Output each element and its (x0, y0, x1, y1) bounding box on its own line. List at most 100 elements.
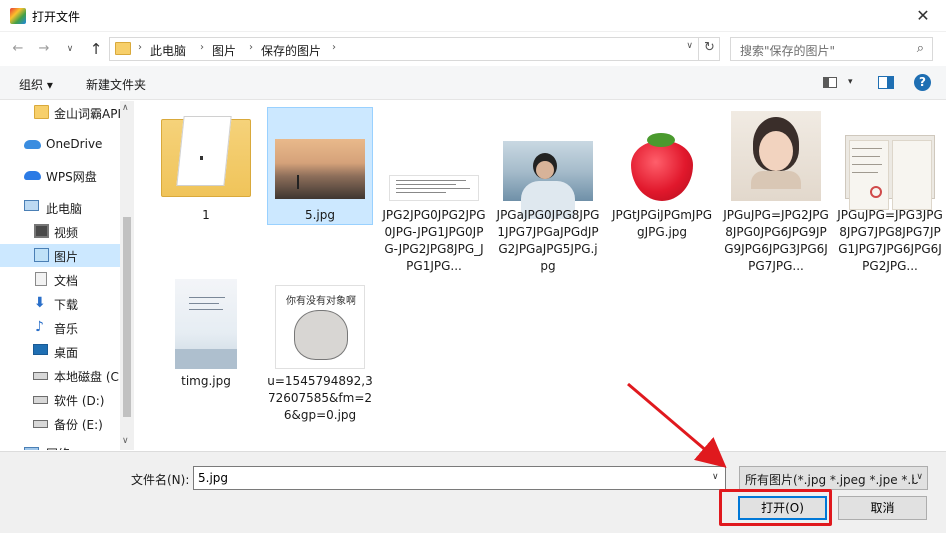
file-name: JPGuJPG=JPG3JPG8JPG7JPG8JPG7JPG1JPG7JPG6… (837, 208, 943, 273)
file-type-value: 所有图片(*.jpg *.jpeg *.jpe *.b (745, 473, 919, 487)
close-button[interactable]: ✕ (900, 0, 946, 32)
up-button[interactable]: ↑ (86, 38, 106, 60)
file-name: JPG2JPG0JPG2JPG0JPG-JPG1JPG0JPG-JPG2JPG8… (382, 208, 486, 273)
address-bar[interactable]: › 此电脑 › 图片 › 保存的图片 › ∨ (109, 37, 720, 61)
drive-icon (33, 420, 48, 428)
breadcrumb-saved-pictures[interactable]: 保存的图片 (261, 42, 321, 59)
drive-icon (33, 372, 48, 380)
filename-label: 文件名(N): (131, 473, 190, 487)
file-type-select[interactable]: 所有图片(*.jpg *.jpeg *.jpe *.b ∨ (739, 466, 928, 490)
breadcrumb-separator: › (138, 42, 142, 53)
sidebar-item-label: 备份 (E:) (54, 418, 103, 432)
filename-input[interactable] (193, 466, 726, 490)
cancel-button[interactable]: 取消 (838, 496, 927, 520)
sidebar-item-drive-c[interactable]: 本地磁盘 (C (0, 364, 120, 387)
sidebar-item-label: 本地磁盘 (C (54, 370, 119, 384)
sidebar-item-jinshan-api[interactable]: 金山词霸API (0, 101, 120, 124)
search-input[interactable]: 搜索"保存的图片" ⌕ (730, 37, 933, 61)
file-name: 5.jpg (304, 208, 336, 222)
window-title: 打开文件 (32, 10, 81, 24)
image-thumbnail (275, 139, 365, 199)
sidebar-item-label: OneDrive (46, 137, 103, 151)
wps-cloud-icon (24, 171, 41, 180)
forward-button[interactable]: → (34, 38, 54, 60)
image-thumbnail (731, 111, 821, 201)
file-name: 1 (202, 208, 210, 222)
image-thumbnail (845, 135, 935, 210)
organize-button[interactable]: 组织 ▾ (19, 76, 53, 93)
image-thumbnail: 你有没有对象啊 (275, 285, 365, 369)
sidebar-item-documents[interactable]: 文档 (0, 268, 120, 291)
sidebar-item-this-pc[interactable]: 此电脑 (0, 196, 120, 219)
computer-icon (24, 200, 39, 211)
navigation-scrollbar[interactable]: ∧ ∨ (120, 101, 134, 450)
breadcrumb-separator: › (200, 42, 204, 53)
desktop-icon (33, 344, 48, 355)
sidebar-item-downloads[interactable]: ⬇ 下载 (0, 292, 120, 315)
preview-pane-icon[interactable] (878, 76, 894, 89)
sidebar-item-label: 文档 (54, 274, 79, 288)
image-thumbnail (389, 175, 479, 201)
network-icon (24, 447, 39, 450)
file-list-view: 1 5.jpg JPG2JPG0JPG2JPG0JPG-JPG1JPG0JPG-… (136, 101, 946, 450)
sidebar-item-label: 金山词霸API (54, 107, 120, 121)
sidebar-item-pictures[interactable]: 图片 (0, 244, 120, 267)
navigation-pane: 金山词霸API OneDrive WPS网盘 此电脑 视频 图片 文档 ⬇ 下载… (0, 101, 120, 450)
image-thumbnail (617, 127, 707, 201)
address-dropdown-button[interactable]: ∨ (686, 41, 693, 51)
file-name: JPGuJPG=JPG2JPG8JPG0JPG6JPG9JPG9JPG6JPG3… (723, 208, 829, 273)
view-options-dropdown[interactable]: ▾ (848, 77, 853, 87)
sidebar-item-label: 此电脑 (46, 202, 83, 216)
annotation-highlight-box (719, 489, 832, 526)
sidebar-item-drive-e[interactable]: 备份 (E:) (0, 412, 120, 435)
recent-locations-button[interactable]: ∨ (60, 38, 80, 60)
image-thumbnail (503, 141, 593, 219)
help-icon[interactable]: ? (914, 74, 931, 91)
title-bar: 打开文件 ✕ (0, 0, 946, 32)
refresh-button[interactable]: ↻ (698, 37, 720, 61)
breadcrumb-this-pc[interactable]: 此电脑 (150, 42, 186, 59)
command-toolbar: 组织 ▾ 新建文件夹 ▾ ? (0, 66, 946, 100)
sidebar-item-network[interactable]: 网络 (0, 441, 120, 450)
filename-dropdown-icon[interactable]: ∨ (712, 472, 719, 482)
sidebar-item-wps-cloud[interactable]: WPS网盘 (0, 164, 120, 187)
sidebar-item-label: 网络 (46, 445, 70, 450)
sidebar-item-label: 桌面 (54, 346, 79, 360)
chevron-down-icon: ∨ (914, 472, 923, 482)
file-name: timg.jpg (181, 374, 231, 388)
file-name: JPGtJPGiJPGmJPGgJPG.jpg (611, 208, 713, 239)
pictures-icon (34, 248, 49, 262)
back-button[interactable]: ← (8, 38, 28, 60)
breadcrumb-pictures[interactable]: 图片 (212, 42, 236, 59)
folder-icon (115, 42, 131, 55)
sidebar-item-videos[interactable]: 视频 (0, 220, 120, 243)
sidebar-item-label: 软件 (D:) (54, 394, 105, 408)
sidebar-item-desktop[interactable]: 桌面 (0, 340, 120, 363)
search-icon: ⌕ (916, 41, 924, 56)
folder-icon (34, 105, 49, 119)
cloud-icon (24, 140, 41, 149)
document-icon (35, 272, 47, 286)
new-folder-button[interactable]: 新建文件夹 (86, 76, 146, 93)
breadcrumb-separator: › (332, 42, 336, 53)
sidebar-item-music[interactable]: ♪ 音乐 (0, 316, 120, 339)
drive-icon (33, 396, 48, 404)
music-icon: ♪ (35, 319, 44, 335)
search-placeholder: 搜索"保存的图片" (740, 44, 836, 58)
scrollbar-thumb[interactable] (123, 217, 131, 417)
sidebar-item-label: 下载 (54, 298, 79, 312)
download-icon: ⬇ (34, 295, 46, 311)
scroll-down-icon[interactable]: ∨ (122, 436, 129, 446)
video-icon (34, 224, 49, 238)
file-name: JPGaJPG0JPG8JPG1JPG7JPGaJPGdJPG2JPGaJPG5… (496, 208, 600, 273)
breadcrumb-separator: › (249, 42, 253, 53)
image-thumbnail (175, 279, 237, 369)
address-row: ← → ∨ ↑ › 此电脑 › 图片 › 保存的图片 › ∨ ↻ 搜索"保存的图… (0, 34, 946, 64)
sidebar-item-drive-d[interactable]: 软件 (D:) (0, 388, 120, 411)
sidebar-item-onedrive[interactable]: OneDrive (0, 133, 120, 156)
change-view-icon[interactable] (823, 77, 837, 88)
folder-icon (161, 116, 251, 197)
file-name: u=1545794892,372607585&fm=26&gp=0.jpg (267, 374, 373, 422)
scroll-up-icon[interactable]: ∧ (122, 103, 129, 113)
sidebar-item-label: 音乐 (54, 322, 79, 336)
